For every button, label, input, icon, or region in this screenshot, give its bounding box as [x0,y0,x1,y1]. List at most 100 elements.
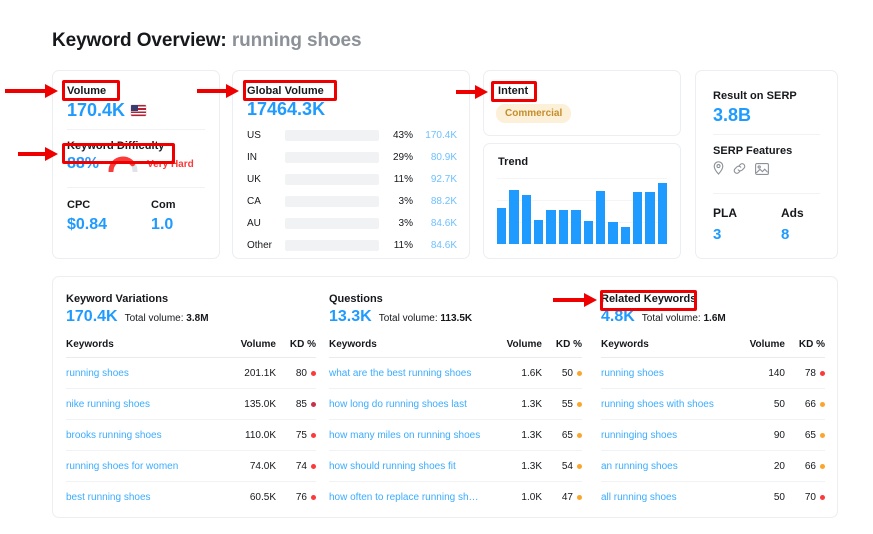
total-volume-label: Total volume: [378,313,438,324]
column-volume[interactable]: Volume [733,339,785,350]
kd-dot [820,401,825,407]
intent-badge[interactable]: Commercial [496,104,572,123]
column-keywords[interactable]: Keywords [329,339,490,350]
column-kd[interactable]: KD % [785,339,825,350]
cell-volume: 1.0K [521,491,542,503]
column-kd[interactable]: KD % [542,339,582,350]
cell-volume: 135.0K [244,398,276,410]
table-row[interactable]: an running shoes 20 66 [601,450,825,481]
country-code: AU [247,217,261,229]
trend-card: Trend [483,143,681,259]
country-volume[interactable]: 88.2K [413,196,457,207]
table-row[interactable]: nike running shoes 135.0K 85 [66,388,316,419]
cell-keyword[interactable]: running shoes for women [66,461,224,472]
table-row[interactable]: how often to replace running shoes 1.0K 47 [329,481,582,512]
questions-rows: what are the best running shoes 1.6K 50 how… [329,357,582,512]
table-row[interactable]: all running shoes 50 70 [601,481,825,512]
column-kd[interactable]: KD % [276,339,316,350]
cell-volume: 110.0K [245,429,276,441]
related-keywords-summary: 4.8K Total volume: 1.6M [601,309,726,325]
keyword-variations-column: Keyword Variations 170.4K Total volume: … [66,277,316,517]
cell-keyword[interactable]: running shoes [66,368,224,379]
table-header: Keywords Volume KD % [329,339,582,350]
image-icon[interactable] [755,162,769,180]
column-volume[interactable]: Volume [224,339,276,350]
cell-keyword[interactable]: all running shoes [601,492,733,503]
column-volume[interactable]: Volume [490,339,542,350]
trend-chart [497,178,668,244]
link-icon[interactable] [733,162,746,180]
table-header: Keywords Volume KD % [601,339,825,350]
total-volume-label: Total volume: [124,313,184,324]
cell-kd: 66 [785,461,825,472]
cell-keyword[interactable]: running shoes with shoes [601,399,733,410]
trend-bar [632,191,643,244]
cell-keyword[interactable]: what are the best running shoes [329,368,490,379]
country-percent: 3% [398,195,413,207]
column-keywords[interactable]: Keywords [66,339,224,350]
com-metric: Com 1.0 [151,199,175,233]
keyword-tables-panel: Keyword Variations 170.4K Total volume: … [52,276,838,518]
table-row[interactable]: how long do running shoes last 1.3K 55 [329,388,582,419]
table-row[interactable]: running shoes with shoes 50 66 [601,388,825,419]
global-volume-label: Global Volume [247,85,324,97]
cell-keyword[interactable]: runninging shoes [601,430,733,441]
cell-kd: 55 [542,399,582,410]
kd-dot [820,463,825,469]
table-header: Keywords Volume KD % [66,339,316,350]
divider [67,187,205,188]
table-row[interactable]: how should running shoes fit 1.3K 54 [329,450,582,481]
country-volume[interactable]: 80.9K [413,152,457,163]
serp-features-icons [713,161,769,180]
cpc-value: $0.84 [67,216,108,233]
trend-bar [558,209,569,244]
table-row[interactable]: running shoes 140 78 [601,357,825,388]
ads-label: Ads [781,206,804,220]
kd-dot [577,463,582,469]
intent-card: Intent Commercial [483,70,681,136]
total-volume-value: 3.8M [186,313,209,324]
table-row[interactable]: runninging shoes 90 65 [601,419,825,450]
related-keywords-count: 4.8K [601,308,635,325]
country-percent: 3% [398,217,413,229]
cell-keyword[interactable]: running shoes [601,368,733,379]
kd-dot [311,401,316,407]
cell-kd: 66 [785,399,825,410]
cell-keyword[interactable]: how long do running shoes last [329,399,490,410]
global-volume-card: Global Volume 17464.3K US 43% 170.4K IN 29% 8… [232,70,470,259]
table-row[interactable]: running shoes 201.1K 80 [66,357,316,388]
country-volume[interactable]: 92.7K [413,174,457,185]
country-volume[interactable]: 84.6K [413,240,457,251]
cell-volume: 1.3K [521,460,542,472]
cell-keyword[interactable]: how often to replace running shoes [329,492,490,503]
kd-dot [311,494,316,500]
cell-keyword[interactable]: brooks running shoes [66,430,224,441]
cell-keyword[interactable]: best running shoes [66,492,224,503]
cell-keyword[interactable]: nike running shoes [66,399,224,410]
cell-keyword[interactable]: how should running shoes fit [329,461,490,472]
table-row[interactable]: best running shoes 60.5K 76 [66,481,316,512]
column-keywords[interactable]: Keywords [601,339,733,350]
table-row[interactable]: brooks running shoes 110.0K 75 [66,419,316,450]
table-row[interactable]: how many miles on running shoes 1.3K 65 [329,419,582,450]
country-percent: 29% [392,151,413,163]
cell-keyword[interactable]: an running shoes [601,461,733,472]
trend-bar [583,220,593,244]
table-row[interactable]: what are the best running shoes 1.6K 50 [329,357,582,388]
kd-dot [820,494,825,500]
cell-kd: 54 [542,461,582,472]
divider [713,134,820,135]
ads-value: 8 [781,226,790,243]
country-bar-track [285,195,379,207]
country-percent: 11% [393,173,413,185]
cell-kd: 78 [785,368,825,379]
cell-volume: 74.0K [249,460,276,472]
cell-keyword[interactable]: how many miles on running shoes [329,430,490,441]
country-volume[interactable]: 84.6K [413,218,457,229]
com-value: 1.0 [151,216,174,233]
map-pin-icon[interactable] [713,161,724,180]
country-volume[interactable]: 170.4K [413,130,457,141]
table-row[interactable]: running shoes for women 74.0K 74 [66,450,316,481]
country-row: AU 3% 84.6K [247,212,457,234]
cell-volume: 1.3K [521,429,542,441]
